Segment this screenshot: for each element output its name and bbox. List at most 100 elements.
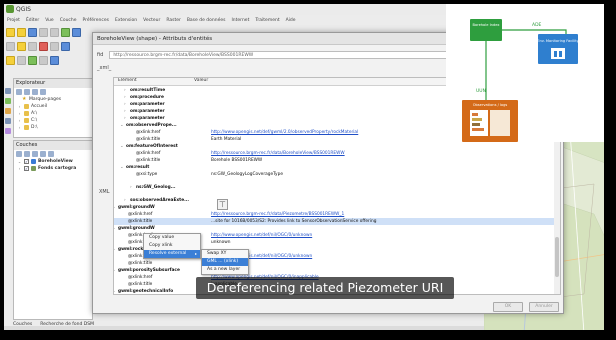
menu-8[interactable]: Base de données	[187, 18, 226, 23]
collapse-arrow-icon[interactable]: ⌄	[114, 267, 116, 274]
col-element-header[interactable]: Élément	[114, 78, 192, 85]
menu-2[interactable]: Vue	[45, 18, 53, 23]
tree-row[interactable]: ⌄ om:result	[114, 164, 560, 171]
tree-row[interactable]: ⌄gwml:porositySubsurface	[114, 267, 560, 274]
filter-icon[interactable]	[32, 151, 38, 157]
tree-row[interactable]: › sos:observedAreaExte...	[114, 197, 560, 204]
collapse-icon[interactable]	[32, 89, 38, 95]
identify-icon[interactable]	[61, 27, 70, 37]
expand-arrow-icon[interactable]: ›	[17, 111, 22, 116]
attribute-table-icon[interactable]	[50, 55, 59, 65]
tree-row[interactable]: @xlink:title ...site for 1016B/0053/S2: P…	[114, 218, 560, 225]
edit-pencil-icon[interactable]	[6, 41, 15, 51]
collapse-arrow-icon[interactable]: ⌄	[114, 225, 116, 232]
add-vector-icon[interactable]	[5, 88, 11, 94]
collapse-arrow-icon[interactable]: ⌄	[114, 288, 116, 294]
add-db-icon[interactable]	[5, 108, 11, 114]
expand-arrow-icon[interactable]: ›	[124, 108, 126, 115]
collapse-arrow-icon[interactable]: ⌄	[120, 164, 124, 171]
style-icon[interactable]	[16, 151, 22, 157]
tree-scrollbar-thumb[interactable]	[555, 237, 559, 277]
tree-row[interactable]: @xlink:title Borehole BSS001REWW	[114, 157, 560, 164]
menu-swap-xy[interactable]: Swap XY	[202, 250, 248, 258]
browser-item[interactable]: › Accueil	[14, 103, 92, 110]
pan-icon[interactable]	[72, 27, 81, 37]
new-project-icon[interactable]	[6, 27, 15, 37]
collapse-arrow-icon[interactable]: ⌄	[120, 122, 124, 129]
undo-icon[interactable]	[61, 41, 70, 51]
browser-item[interactable]: › D:\	[14, 124, 92, 131]
remove-layer-icon[interactable]	[48, 151, 54, 157]
tree-row[interactable]: ⌄ om:featureOfInterest	[114, 143, 560, 150]
tree-row[interactable]: @xlink:href http://ressource.brgm-rec.fr/…	[114, 150, 560, 157]
menu-as-new-layer[interactable]: As a new layer	[202, 266, 248, 274]
fid-field[interactable]: http://ressource.brgm-rec.fr/data/Boreho…	[109, 51, 470, 59]
add-wms-icon[interactable]	[5, 118, 11, 124]
tree-row[interactable]: › ns:GW_Geolog...	[114, 184, 560, 191]
menu-6[interactable]: Vecteur	[143, 18, 160, 23]
open-project-icon[interactable]	[17, 27, 26, 37]
tree-row[interactable]: ⌄gwml:groundW	[114, 225, 560, 232]
expand-arrow-icon[interactable]: ›	[124, 94, 126, 101]
menu-gml-xlink[interactable]: GML ... (xlink)	[202, 258, 248, 266]
menu-0[interactable]: Projet	[7, 18, 20, 23]
digitize-icon[interactable]	[17, 41, 26, 51]
cancel-button[interactable]: Annuler	[529, 302, 559, 312]
expand-arrow-icon[interactable]: ›	[124, 115, 126, 122]
collapse-arrow-icon[interactable]: ⌄	[114, 204, 116, 211]
properties-icon[interactable]	[40, 89, 46, 95]
menu-5[interactable]: Extension	[115, 18, 137, 23]
menu-9[interactable]: Internet	[231, 18, 249, 23]
tree-row-value[interactable]: http://ressource.brgm-rec.fr/data/Piezom…	[211, 211, 344, 218]
add-wfs-icon[interactable]	[5, 128, 11, 134]
menu-3[interactable]: Couche	[60, 18, 77, 23]
menu-resolve-external[interactable]: Resolve external ▸	[144, 250, 200, 258]
tree-row-value[interactable]: http://www.opengis.net/def/nil/OGC/0/unk…	[211, 232, 312, 239]
expand-arrow-icon[interactable]: ›	[17, 166, 22, 171]
measure-icon[interactable]	[39, 55, 48, 65]
expand-arrow-icon[interactable]: ›	[124, 197, 126, 204]
menu-7[interactable]: Raster	[166, 18, 181, 23]
delete-icon[interactable]	[39, 41, 48, 51]
tree-row[interactable]: ⌄gwml:groundW	[114, 204, 560, 211]
collapse-arrow-icon[interactable]: ⌄	[120, 143, 124, 150]
print-icon[interactable]	[39, 27, 48, 37]
tree-row[interactable]: @xsi:type ns:GW_GeologyLogCoverageType	[114, 171, 560, 178]
layer-item[interactable]: ⌄ ✓ BoreholeView	[14, 158, 92, 165]
menu-copy-xlink[interactable]: Copy xlink	[144, 242, 200, 250]
menu-10[interactable]: Traitement	[255, 18, 279, 23]
node-tool-icon[interactable]	[28, 41, 37, 51]
menu-1[interactable]: Éditer	[26, 18, 39, 23]
expand-arrow-icon[interactable]: ›	[124, 101, 126, 108]
menu-copy-value[interactable]: Copy value	[144, 234, 200, 242]
resolve-gml-button[interactable]: ⊤	[217, 199, 228, 210]
collapse-arrow-icon[interactable]: ⌄	[17, 159, 22, 164]
browser-item[interactable]: › A:\	[14, 110, 92, 117]
layer-visibility-checkbox[interactable]: ✓	[24, 166, 29, 171]
collapse-arrow-icon[interactable]: ⌄	[114, 246, 116, 253]
col-value-header[interactable]: Valeur	[192, 78, 208, 85]
expand-arrow-icon[interactable]: ›	[17, 125, 22, 130]
layout-icon[interactable]	[50, 27, 59, 37]
select-icon[interactable]	[6, 55, 15, 65]
browser-item[interactable]: › C:\	[14, 117, 92, 124]
add-layer-icon[interactable]	[28, 55, 37, 65]
tree-row[interactable]: @xlink:href http://ressource.brgm-rec.fr/…	[114, 211, 560, 218]
menu-11[interactable]: Aide	[286, 18, 296, 23]
ok-button[interactable]: OK	[493, 302, 523, 312]
filter-icon[interactable]	[24, 89, 30, 95]
expand-arrow-icon[interactable]: ›	[17, 118, 22, 123]
menu-4[interactable]: Préférences	[83, 18, 109, 23]
layer-item[interactable]: › ✓ Fonds cartogra	[14, 165, 92, 172]
zoom-icon[interactable]	[17, 55, 26, 65]
cut-icon[interactable]	[50, 41, 59, 51]
expand-arrow-icon[interactable]: ›	[124, 87, 126, 94]
expand-all-icon[interactable]	[40, 151, 46, 157]
refresh-icon[interactable]	[16, 89, 22, 95]
tree-row-value[interactable]: http://ressource.brgm-rec.fr/data/Boreho…	[211, 150, 345, 157]
add-group-icon[interactable]	[24, 151, 30, 157]
expand-arrow-icon[interactable]: ›	[130, 184, 132, 191]
save-project-icon[interactable]	[28, 27, 37, 37]
expand-arrow-icon[interactable]: ›	[17, 104, 22, 109]
tree-row-value[interactable]: http://www.opengis.net/def/gwml/2.0/obse…	[211, 129, 358, 136]
